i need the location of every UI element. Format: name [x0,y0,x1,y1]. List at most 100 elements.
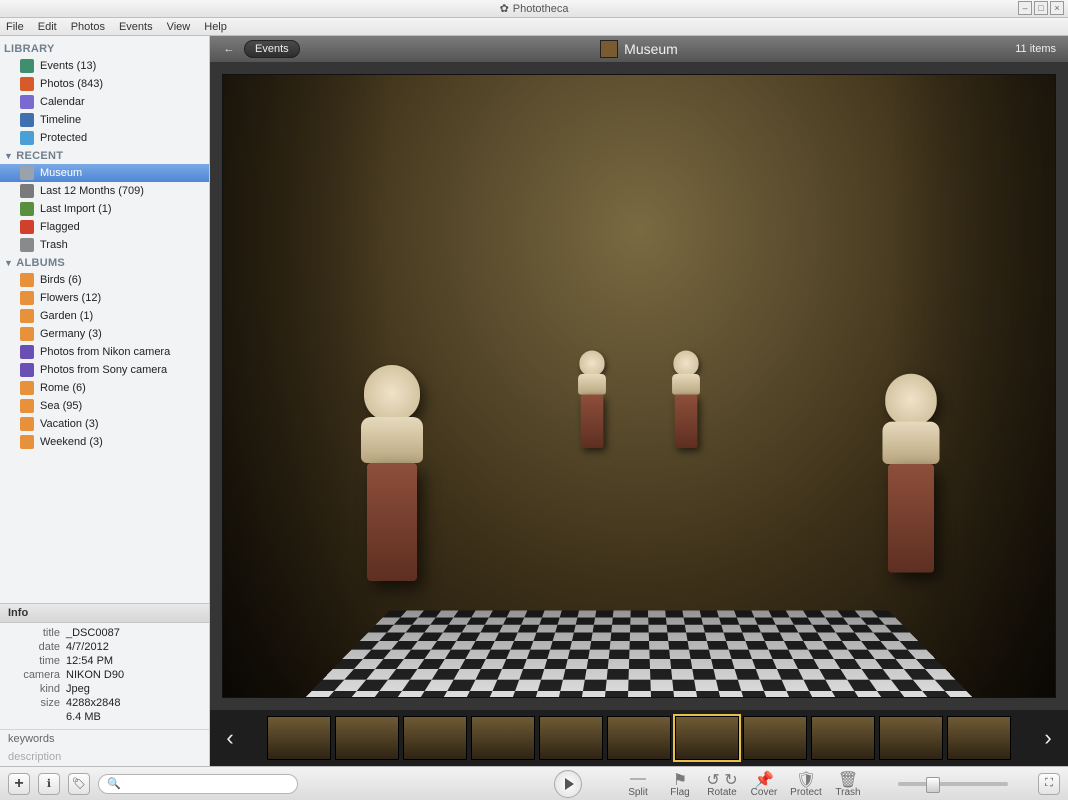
thumbnail[interactable] [879,716,943,760]
tool-label: Protect [790,787,822,798]
menu-photos[interactable]: Photos [71,21,105,33]
sidebar-item-photos-843[interactable]: Photos (843) [0,75,209,93]
app-title: ✿ Phototheca [500,2,569,15]
back-button[interactable]: ← [220,43,238,55]
filmstrip: ‹ › [210,710,1068,766]
sidebar-item-calendar[interactable]: Calendar [0,93,209,111]
menu-help[interactable]: Help [204,21,227,33]
menu-edit[interactable]: Edit [38,21,57,33]
split-button[interactable]: ⎯⎯Split [618,770,658,798]
photo-viewer[interactable] [210,62,1068,710]
thumbnail[interactable] [811,716,875,760]
info-label [8,711,60,723]
sidebar-item-weekend-3[interactable]: Weekend (3) [0,433,209,451]
folder-icon [20,273,34,287]
sidebar-item-last-import-1[interactable]: Last Import (1) [0,200,209,218]
sidebar-item-label: Vacation (3) [40,418,99,430]
sidebar-item-label: Calendar [40,96,85,108]
filmstrip-prev-button[interactable]: ‹ [220,725,240,751]
sidebar-item-flowers-12[interactable]: Flowers (12) [0,289,209,307]
info-label: camera [8,669,60,681]
rotate-button[interactable]: ↺ ↻Rotate [702,770,742,798]
sidebar-item-flagged[interactable]: Flagged [0,218,209,236]
sidebar-item-label: Timeline [40,114,81,126]
sidebar-item-label: Germany (3) [40,328,102,340]
bottom-toolbar: + ℹ 🏷 🔍 ⎯⎯Split⚑Flag↺ ↻Rotate📌Cover🛡Prot… [0,766,1068,800]
sidebar-item-label: Trash [40,239,68,251]
description-label: description [0,748,209,766]
tag-icon: 🏷 [72,777,86,790]
sidebar-item-vacation-3[interactable]: Vacation (3) [0,415,209,433]
tag-button[interactable]: 🏷 [68,773,90,795]
section-albums[interactable]: ▼ALBUMS [0,254,209,271]
sidebar-item-germany-3[interactable]: Germany (3) [0,325,209,343]
sidebar-item-museum[interactable]: Museum [0,164,209,182]
cover-button[interactable]: 📌Cover [744,770,784,798]
menu-bar: File Edit Photos Events View Help [0,18,1068,36]
search-field[interactable] [125,778,289,790]
info-value: NIKON D90 [66,669,124,681]
sidebar-item-protected[interactable]: Protected [0,129,209,147]
app-logo-icon: ✿ [500,2,509,15]
chevron-down-icon: ▼ [4,258,13,268]
zoom-slider[interactable] [898,782,1008,786]
tool-label: Rotate [707,787,736,798]
window-close-button[interactable]: × [1050,1,1064,15]
protect-button[interactable]: 🛡Protect [786,770,826,798]
sidebar-item-events-13[interactable]: Events (13) [0,57,209,75]
thumbnail[interactable] [539,716,603,760]
thumbnail[interactable] [267,716,331,760]
menu-view[interactable]: View [167,21,191,33]
thumbnail[interactable] [675,716,739,760]
menu-events[interactable]: Events [119,21,153,33]
tool-label: Flag [670,787,689,798]
window-maximize-button[interactable]: □ [1034,1,1048,15]
chevron-down-icon: ▼ [4,151,13,161]
thumbnail[interactable] [403,716,467,760]
section-title: RECENT [16,150,63,162]
filmstrip-next-button[interactable]: › [1038,725,1058,751]
sidebar-item-timeline[interactable]: Timeline [0,111,209,129]
fullscreen-button[interactable]: ⛶ [1038,773,1060,795]
window-minimize-button[interactable]: – [1018,1,1032,15]
flag-button[interactable]: ⚑Flag [660,770,700,798]
thumbnail[interactable] [947,716,1011,760]
sidebar-item-birds-6[interactable]: Birds (6) [0,271,209,289]
sidebar-item-trash[interactable]: Trash [0,236,209,254]
thumbnail[interactable] [607,716,671,760]
info-label: title [8,627,60,639]
thumbnail[interactable] [335,716,399,760]
thumbnail[interactable] [743,716,807,760]
filmstrip-thumbs [246,716,1032,760]
sidebar-item-label: Garden (1) [40,310,93,322]
folder-icon [20,309,34,323]
sidebar-item-rome-6[interactable]: Rome (6) [0,379,209,397]
info-label: date [8,641,60,653]
section-recent[interactable]: ▼RECENT [0,147,209,164]
trash-button[interactable]: 🗑Trash [828,770,868,798]
sidebar-item-photos-from-nikon-camera[interactable]: Photos from Nikon camera [0,343,209,361]
page-title: Museum [624,41,678,57]
search-input[interactable]: 🔍 [98,774,298,794]
folder-icon [20,435,34,449]
sidebar-item-garden-1[interactable]: Garden (1) [0,307,209,325]
sidebar: LIBRARY Events (13)Photos (843) Calendar Ti… [0,36,210,766]
info-button[interactable]: ℹ [38,773,60,795]
add-button[interactable]: + [8,773,30,795]
menu-file[interactable]: File [6,21,24,33]
sidebar-item-photos-from-sony-camera[interactable]: Photos from Sony camera [0,361,209,379]
breadcrumb-events[interactable]: Events [244,40,300,58]
info-value: Jpeg [66,683,90,695]
section-title: LIBRARY [4,43,55,55]
thumbnail[interactable] [471,716,535,760]
sidebar-item-label: Sea (95) [40,400,82,412]
sidebar-item-label: Last 12 Months (709) [40,185,144,197]
cover-icon: 📌 [754,770,774,786]
folder-icon [20,399,34,413]
sidebar-item-last-12-months-709[interactable]: Last 12 Months (709) [0,182,209,200]
header-thumbnail-icon [600,40,618,58]
slideshow-play-button[interactable] [554,770,582,798]
info-label: kind [8,683,60,695]
sidebar-item-sea-95[interactable]: Sea (95) [0,397,209,415]
protect-icon: 🛡 [796,770,816,786]
